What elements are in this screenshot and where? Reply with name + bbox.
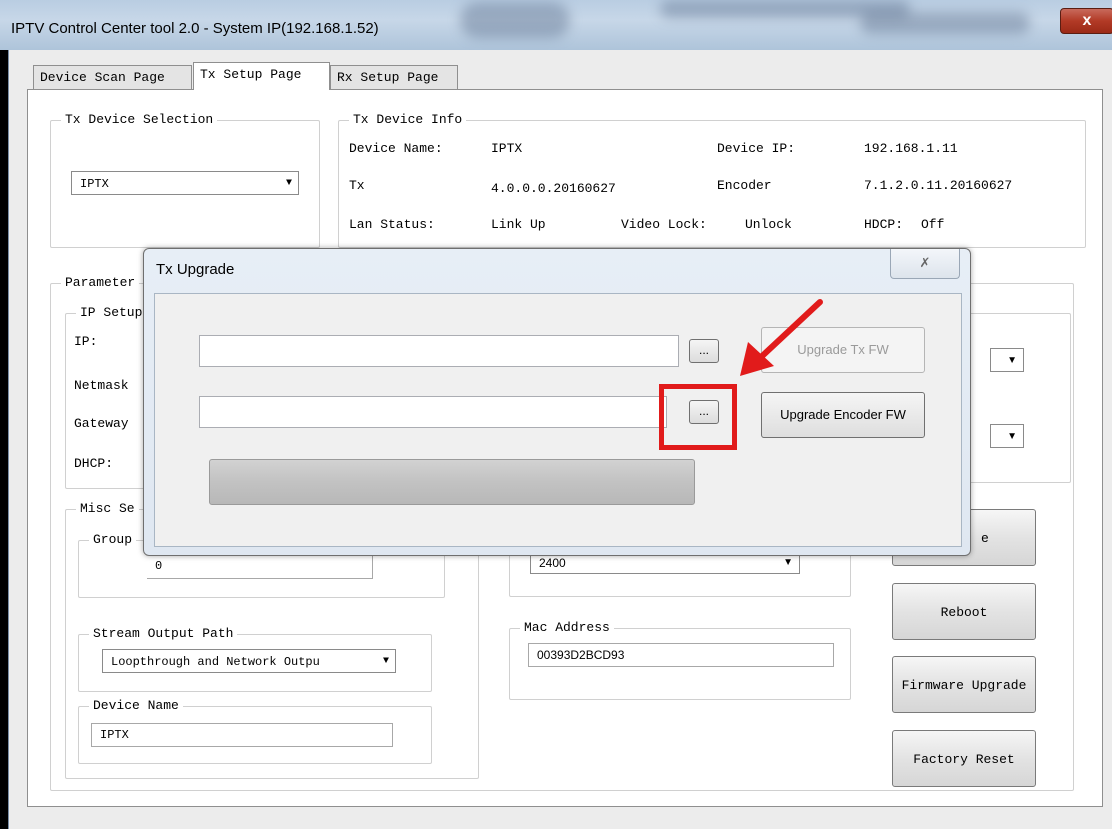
stream-output-legend: Stream Output Path — [89, 626, 238, 641]
setting-select-1[interactable]: ▼ — [990, 348, 1024, 372]
apply-button-label: e — [981, 531, 989, 546]
encoder-version-label: Encoder — [717, 178, 772, 193]
tx-device-select-value: IPTX — [80, 177, 109, 191]
tx-version-value: 4.0.0.0.20160627 — [491, 181, 616, 196]
netmask-label: Netmask — [74, 378, 129, 393]
ip-setup-legend: IP Setup — [76, 305, 147, 320]
tx-device-info-group: Tx Device Info Device Name: IPTX Device … — [338, 112, 1086, 248]
chevron-down-icon: ▼ — [285, 178, 292, 189]
close-icon: ✗ — [919, 255, 931, 270]
chevron-down-icon: ▼ — [1007, 431, 1017, 442]
stream-output-select[interactable]: Loopthrough and Network Outpu ▼ — [102, 649, 396, 673]
tx-device-selection-legend: Tx Device Selection — [61, 112, 218, 127]
lan-status-label: Lan Status: — [349, 217, 435, 232]
tx-device-selection-group: Tx Device Selection IPTX ▼ — [50, 112, 320, 248]
hdcp-label: HDCP: — [864, 217, 904, 232]
dhcp-label: DHCP: — [74, 456, 114, 471]
mac-address-input[interactable]: 00393D2BCD93 — [528, 643, 834, 667]
tx-fw-browse-button[interactable]: ... — [689, 339, 719, 363]
reboot-button[interactable]: Reboot — [892, 583, 1036, 640]
highlight-box-annotation — [659, 384, 737, 450]
left-border — [0, 50, 8, 829]
video-lock-label: Video Lock: — [621, 217, 707, 232]
tab-tx-setup[interactable]: Tx Setup Page — [193, 62, 330, 90]
tab-rx-setup[interactable]: Rx Setup Page — [330, 65, 458, 89]
title-bar[interactable]: IPTV Control Center tool 2.0 - System IP… — [0, 0, 1112, 50]
encoder-fw-path-input[interactable] — [199, 396, 667, 428]
stream-output-group: Stream Output Path Loopthrough and Netwo… — [78, 626, 432, 692]
dialog-title: Tx Upgrade — [156, 261, 235, 278]
device-name-label: Device Name: — [349, 141, 443, 156]
chevron-down-icon: ▼ — [1007, 355, 1017, 366]
gateway-label: Gateway — [74, 416, 129, 431]
firmware-upgrade-button[interactable]: Firmware Upgrade — [892, 656, 1036, 713]
mac-address-group: Mac Address 00393D2BCD93 — [509, 620, 851, 700]
baud-rate-value: 2400 — [539, 556, 566, 570]
lan-status-value: Link Up — [491, 217, 546, 232]
tx-upgrade-dialog: Tx Upgrade ✗ ... Upgrade Tx FW ... Upgra… — [143, 248, 971, 556]
dialog-body: ... Upgrade Tx FW ... Upgrade Encoder FW — [154, 293, 962, 547]
upgrade-encoder-fw-button[interactable]: Upgrade Encoder FW — [761, 392, 925, 438]
chevron-down-icon: ▼ — [382, 656, 389, 667]
red-arrow-icon — [740, 299, 823, 376]
device-name-input[interactable]: IPTX — [91, 723, 393, 747]
video-lock-value: Unlock — [745, 217, 792, 232]
ip-label: IP: — [74, 334, 98, 349]
device-name-legend: Device Name — [89, 698, 183, 713]
window-close-button[interactable]: x — [1060, 8, 1112, 34]
device-ip-label: Device IP: — [717, 141, 796, 156]
tx-fw-path-input[interactable] — [199, 335, 679, 367]
factory-reset-button[interactable]: Factory Reset — [892, 730, 1036, 787]
tx-version-label: Tx — [349, 178, 365, 193]
main-window: IPTV Control Center tool 2.0 - System IP… — [0, 0, 1112, 829]
upgrade-progress-bar — [209, 459, 695, 505]
encoder-version-value: 7.1.2.0.11.20160627 — [864, 178, 1013, 193]
parameter-legend: Parameter — [61, 275, 140, 290]
misc-settings-legend: Misc Se — [76, 501, 139, 516]
group-legend: Group — [89, 532, 137, 547]
setting-select-2[interactable]: ▼ — [990, 424, 1024, 448]
window-title: IPTV Control Center tool 2.0 - System IP… — [11, 20, 379, 37]
dialog-close-button[interactable]: ✗ — [890, 249, 960, 279]
tx-device-info-legend: Tx Device Info — [349, 112, 467, 127]
hdcp-value: Off — [921, 217, 945, 232]
tab-device-scan[interactable]: Device Scan Page — [33, 65, 192, 89]
stream-output-value: Loopthrough and Network Outpu — [111, 655, 320, 669]
device-name-value: IPTX — [491, 141, 523, 156]
tx-device-select[interactable]: IPTX ▼ — [71, 171, 299, 195]
group-id-input[interactable]: 0 — [147, 555, 373, 579]
device-name-group: Device Name IPTX — [78, 698, 432, 764]
device-ip-value: 192.168.1.11 — [864, 141, 958, 156]
mac-address-legend: Mac Address — [520, 620, 614, 635]
